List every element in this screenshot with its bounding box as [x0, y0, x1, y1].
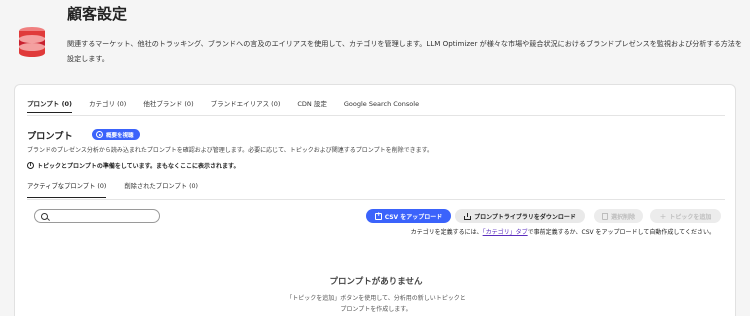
tab-competitor-brands[interactable]: 他社ブランド (0) [143, 97, 193, 116]
tab-cdn-settings[interactable]: CDN 設定 [297, 97, 326, 116]
page-title: 顧客設定 [67, 5, 128, 23]
page-description: 関連するマーケット、他社のトラッキング、ブランドへの言及のエイリアスを使用して、… [67, 39, 742, 63]
upload-icon [374, 211, 382, 220]
hint-suffix: で事前定義するか、CSV をアップロードして自動作成してください。 [527, 229, 715, 236]
tab-google-search-console[interactable]: Google Search Console [344, 97, 419, 116]
upload-csv-label: CSV をアップロード [384, 213, 443, 221]
play-circle-icon [96, 131, 103, 138]
category-hint: カテゴリを定義するには、「カテゴリ」タブで事前定義するか、CSV をアップロード… [411, 227, 715, 236]
categories-tab-link[interactable]: 「カテゴリ」タブ [483, 229, 528, 236]
preparing-notice: i トピックとプロンプトの準備をしています。まもなくここに表示されます。 [27, 161, 239, 170]
download-library-button[interactable]: プロンプトライブラリをダウンロード [455, 209, 585, 223]
empty-state-description: 「トピックを追加」ボタンを使用して、分析用の新しいトピックとプロンプトを作成しま… [286, 295, 466, 313]
tab-prompts[interactable]: プロンプト (0) [27, 97, 73, 116]
delete-selected-button[interactable]: 選択削除 [594, 209, 643, 223]
empty-state-title: プロンプトがありません [329, 277, 423, 287]
download-icon [464, 212, 472, 220]
delete-selected-label: 選択削除 [610, 213, 635, 221]
tab-brand-aliases[interactable]: ブランドエイリアス (0) [211, 97, 281, 116]
section-title: プロンプト [27, 131, 73, 142]
tabs-divider [27, 115, 725, 116]
subtabs-divider [27, 199, 725, 200]
search-icon [41, 212, 48, 220]
tab-active-prompts[interactable]: アクティブなプロンプト (0) [27, 182, 107, 200]
watch-overview-button[interactable]: 概要を視聴 [92, 129, 140, 140]
search-input[interactable] [51, 210, 155, 222]
settings-tabs: プロンプト (0) カテゴリ (0) 他社ブランド (0) ブランドエイリアス … [27, 97, 436, 117]
section-description: ブランドのプレゼンス分析から読み込まれたプロンプトを確認および管理します。必要に… [27, 147, 434, 154]
logo-icon [19, 27, 45, 57]
info-icon: i [27, 162, 34, 169]
add-topic-label: トピックを追加 [669, 213, 712, 221]
prompts-panel: プロンプト (0) カテゴリ (0) 他社ブランド (0) ブランドエイリアス … [14, 84, 736, 316]
add-topic-button[interactable]: + トピックを追加 [650, 209, 721, 223]
upload-csv-button[interactable]: CSV をアップロード [366, 209, 451, 223]
hint-prefix: カテゴリを定義するには、 [410, 229, 483, 236]
trash-icon [601, 212, 608, 220]
page-header: 顧客設定 関連するマーケット、他社のトラッキング、ブランドへの言及のエイリアスを… [0, 0, 750, 76]
tab-deleted-prompts[interactable]: 削除されたプロンプト (0) [124, 182, 198, 200]
search-field[interactable] [34, 209, 160, 223]
prompt-status-tabs: アクティブなプロンプト (0) 削除されたプロンプト (0) [27, 182, 216, 200]
plus-icon: + [659, 211, 667, 221]
notice-text: トピックとプロンプトの準備をしています。まもなくここに表示されます。 [37, 163, 240, 170]
download-library-label: プロンプトライブラリをダウンロード [474, 213, 576, 221]
tab-categories[interactable]: カテゴリ (0) [89, 97, 126, 116]
watch-overview-label: 概要を視聴 [106, 132, 134, 139]
